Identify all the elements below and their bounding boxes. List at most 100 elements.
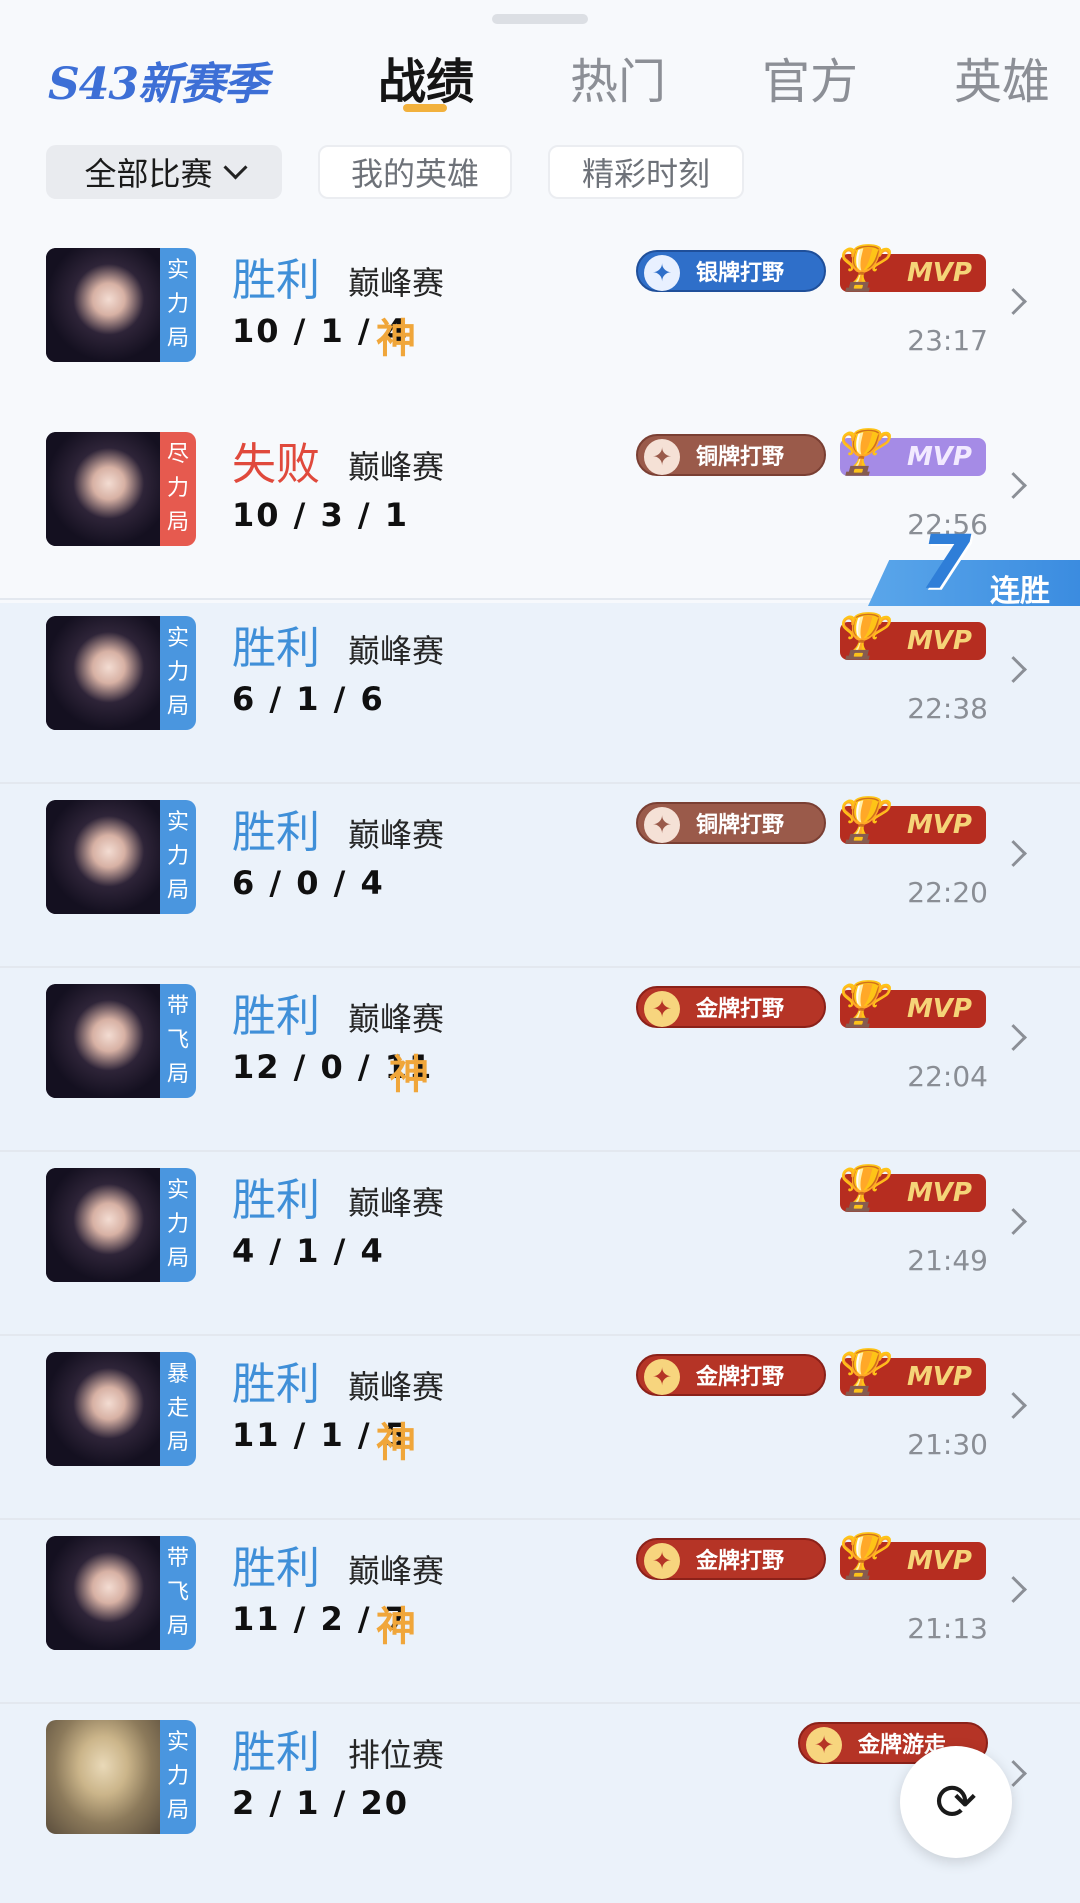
match-row[interactable]: 带飞局胜利 巅峰赛 12 / 0 / 11 神 ✦ 金牌打野 🏆 MVP 22:04 [0, 968, 1080, 1152]
match-row[interactable]: 实力局胜利 巅峰赛 6 / 1 / 6 🏆 MVP 22:38 [0, 600, 1080, 784]
performance-tag: 实力局 [160, 1720, 196, 1834]
match-time: 22:20 [907, 876, 988, 909]
hero-avatar: 实力局 [46, 616, 196, 730]
mvp-badge: 🏆 MVP [832, 795, 986, 846]
kda-score: 6 / 1 / 6 [232, 680, 385, 718]
refresh-button[interactable]: ⟳ [900, 1746, 1012, 1858]
mvp-label: MVP [906, 442, 972, 472]
kda-score: 10 / 3 / 1 [232, 496, 409, 534]
hero-portrait [46, 1352, 160, 1466]
mvp-label: MVP [906, 1178, 972, 1208]
chevron-right-icon[interactable] [1000, 840, 1027, 867]
hero-avatar: 带飞局 [46, 1536, 196, 1650]
match-mode: 巅峰赛 [348, 1368, 445, 1406]
chevron-right-icon[interactable] [1000, 288, 1027, 315]
match-result: 胜利 [232, 1727, 320, 1778]
performance-tag: 实力局 [160, 800, 196, 914]
trophy-icon: 🏆 [832, 979, 887, 1030]
trophy-icon: 🏆 [832, 427, 887, 478]
match-mode: 巅峰赛 [348, 448, 445, 486]
mvp-label: MVP [906, 626, 972, 656]
row-divider [0, 966, 1080, 968]
hero-avatar: 实力局 [46, 1720, 196, 1834]
hero-avatar: 带飞局 [46, 984, 196, 1098]
tab-official[interactable]: 官方 [762, 42, 858, 112]
match-row[interactable]: 实力局胜利 巅峰赛 4 / 1 / 4 🏆 MVP 21:49 [0, 1152, 1080, 1336]
match-mode: 巅峰赛 [348, 264, 445, 302]
filter-bar: 全部比赛 我的英雄 精彩时刻 [0, 145, 1080, 201]
tag-char: 实 [166, 1178, 189, 1203]
performance-tag: 带飞局 [160, 1536, 196, 1650]
tag-char: 力 [166, 292, 189, 317]
chevron-right-icon[interactable] [1000, 1576, 1027, 1603]
chevron-down-icon [222, 154, 248, 180]
match-row[interactable]: 带飞局胜利 巅峰赛 11 / 2 / 7 神 ✦ 金牌打野 🏆 MVP 21:13 [0, 1520, 1080, 1704]
match-row[interactable]: 实力局胜利 巅峰赛 10 / 1 / 4 神 ✦ 银牌打野 🏆 MVP 23:17 [0, 232, 1080, 416]
mvp-label: MVP [906, 994, 972, 1024]
tag-char: 局 [166, 1614, 189, 1639]
god-rating-badge: 神 [389, 1052, 429, 1098]
tab-hot[interactable]: 热门 [570, 42, 666, 112]
trophy-icon: 🏆 [832, 1347, 887, 1398]
hero-portrait [46, 1168, 160, 1282]
hero-avatar: 实力局 [46, 800, 196, 914]
chevron-right-icon[interactable] [1000, 1024, 1027, 1051]
streak-label: 连胜 [990, 574, 1050, 609]
match-mode: 巅峰赛 [348, 1000, 445, 1038]
tab-heroes[interactable]: 英雄 [954, 42, 1050, 112]
kda-score: 2 / 1 / 20 [232, 1784, 409, 1822]
my-heroes-chip[interactable]: 我的英雄 [318, 145, 512, 199]
row-divider [0, 1150, 1080, 1152]
sheet-grabber[interactable] [492, 14, 588, 24]
mvp-label: MVP [906, 810, 972, 840]
role-emblem-icon: ✦ [644, 439, 680, 475]
chevron-right-icon[interactable] [1000, 472, 1027, 499]
row-divider [0, 1518, 1080, 1520]
match-result: 胜利 [232, 623, 320, 674]
tag-char: 走 [166, 1396, 189, 1421]
tag-char: 局 [166, 1430, 189, 1455]
mvp-badge: 🏆 MVP [832, 611, 986, 662]
tag-char: 带 [166, 1546, 189, 1571]
performance-tag: 实力局 [160, 616, 196, 730]
tag-char: 局 [166, 1798, 189, 1823]
tab-records[interactable]: 战绩 [378, 42, 474, 112]
performance-tag: 暴走局 [160, 1352, 196, 1466]
performance-tag: 尽力局 [160, 432, 196, 546]
mvp-badge: 🏆 MVP [832, 243, 986, 294]
trophy-icon: 🏆 [832, 611, 887, 662]
mvp-badge: 🏆 MVP [832, 1347, 986, 1398]
streak-count: 7 [920, 520, 972, 606]
highlights-chip[interactable]: 精彩时刻 [548, 145, 744, 199]
match-result: 胜利 [232, 1175, 320, 1226]
match-row[interactable]: 实力局胜利 巅峰赛 6 / 0 / 4 ✦ 铜牌打野 🏆 MVP 22:20 [0, 784, 1080, 968]
match-result: 胜利 [232, 807, 320, 858]
mvp-badge: 🏆 MVP [832, 1163, 986, 1214]
tag-char: 实 [166, 258, 189, 283]
chevron-right-icon[interactable] [1000, 656, 1027, 683]
god-rating-badge: 神 [376, 1420, 416, 1466]
role-badge-label: 铜牌打野 [696, 813, 785, 838]
tag-char: 尽 [166, 442, 189, 467]
refresh-icon: ⟳ [935, 1773, 977, 1831]
match-result: 胜利 [232, 1543, 320, 1594]
mvp-label: MVP [906, 258, 972, 288]
tag-char: 局 [166, 694, 189, 719]
tag-char: 局 [166, 1062, 189, 1087]
chevron-right-icon[interactable] [1000, 1208, 1027, 1235]
role-badge: ✦ 金牌打野 [636, 1354, 826, 1396]
row-divider [0, 1702, 1080, 1704]
role-badge: ✦ 金牌打野 [636, 1538, 826, 1580]
hero-avatar: 尽力局 [46, 432, 196, 546]
mvp-badge: 🏆 MVP [832, 427, 986, 478]
match-row[interactable]: 暴走局胜利 巅峰赛 11 / 1 / 5 神 ✦ 金牌打野 🏆 MVP 21:30 [0, 1336, 1080, 1520]
season-logo: S43新赛季 [48, 59, 268, 110]
hero-portrait [46, 1536, 160, 1650]
tag-char: 力 [166, 844, 189, 869]
tag-char: 局 [166, 326, 189, 351]
trophy-icon: 🏆 [832, 1163, 887, 1214]
chevron-right-icon[interactable] [1000, 1392, 1027, 1419]
tag-char: 局 [166, 510, 189, 535]
match-type-dropdown[interactable]: 全部比赛 [46, 145, 282, 199]
hero-avatar: 实力局 [46, 1168, 196, 1282]
